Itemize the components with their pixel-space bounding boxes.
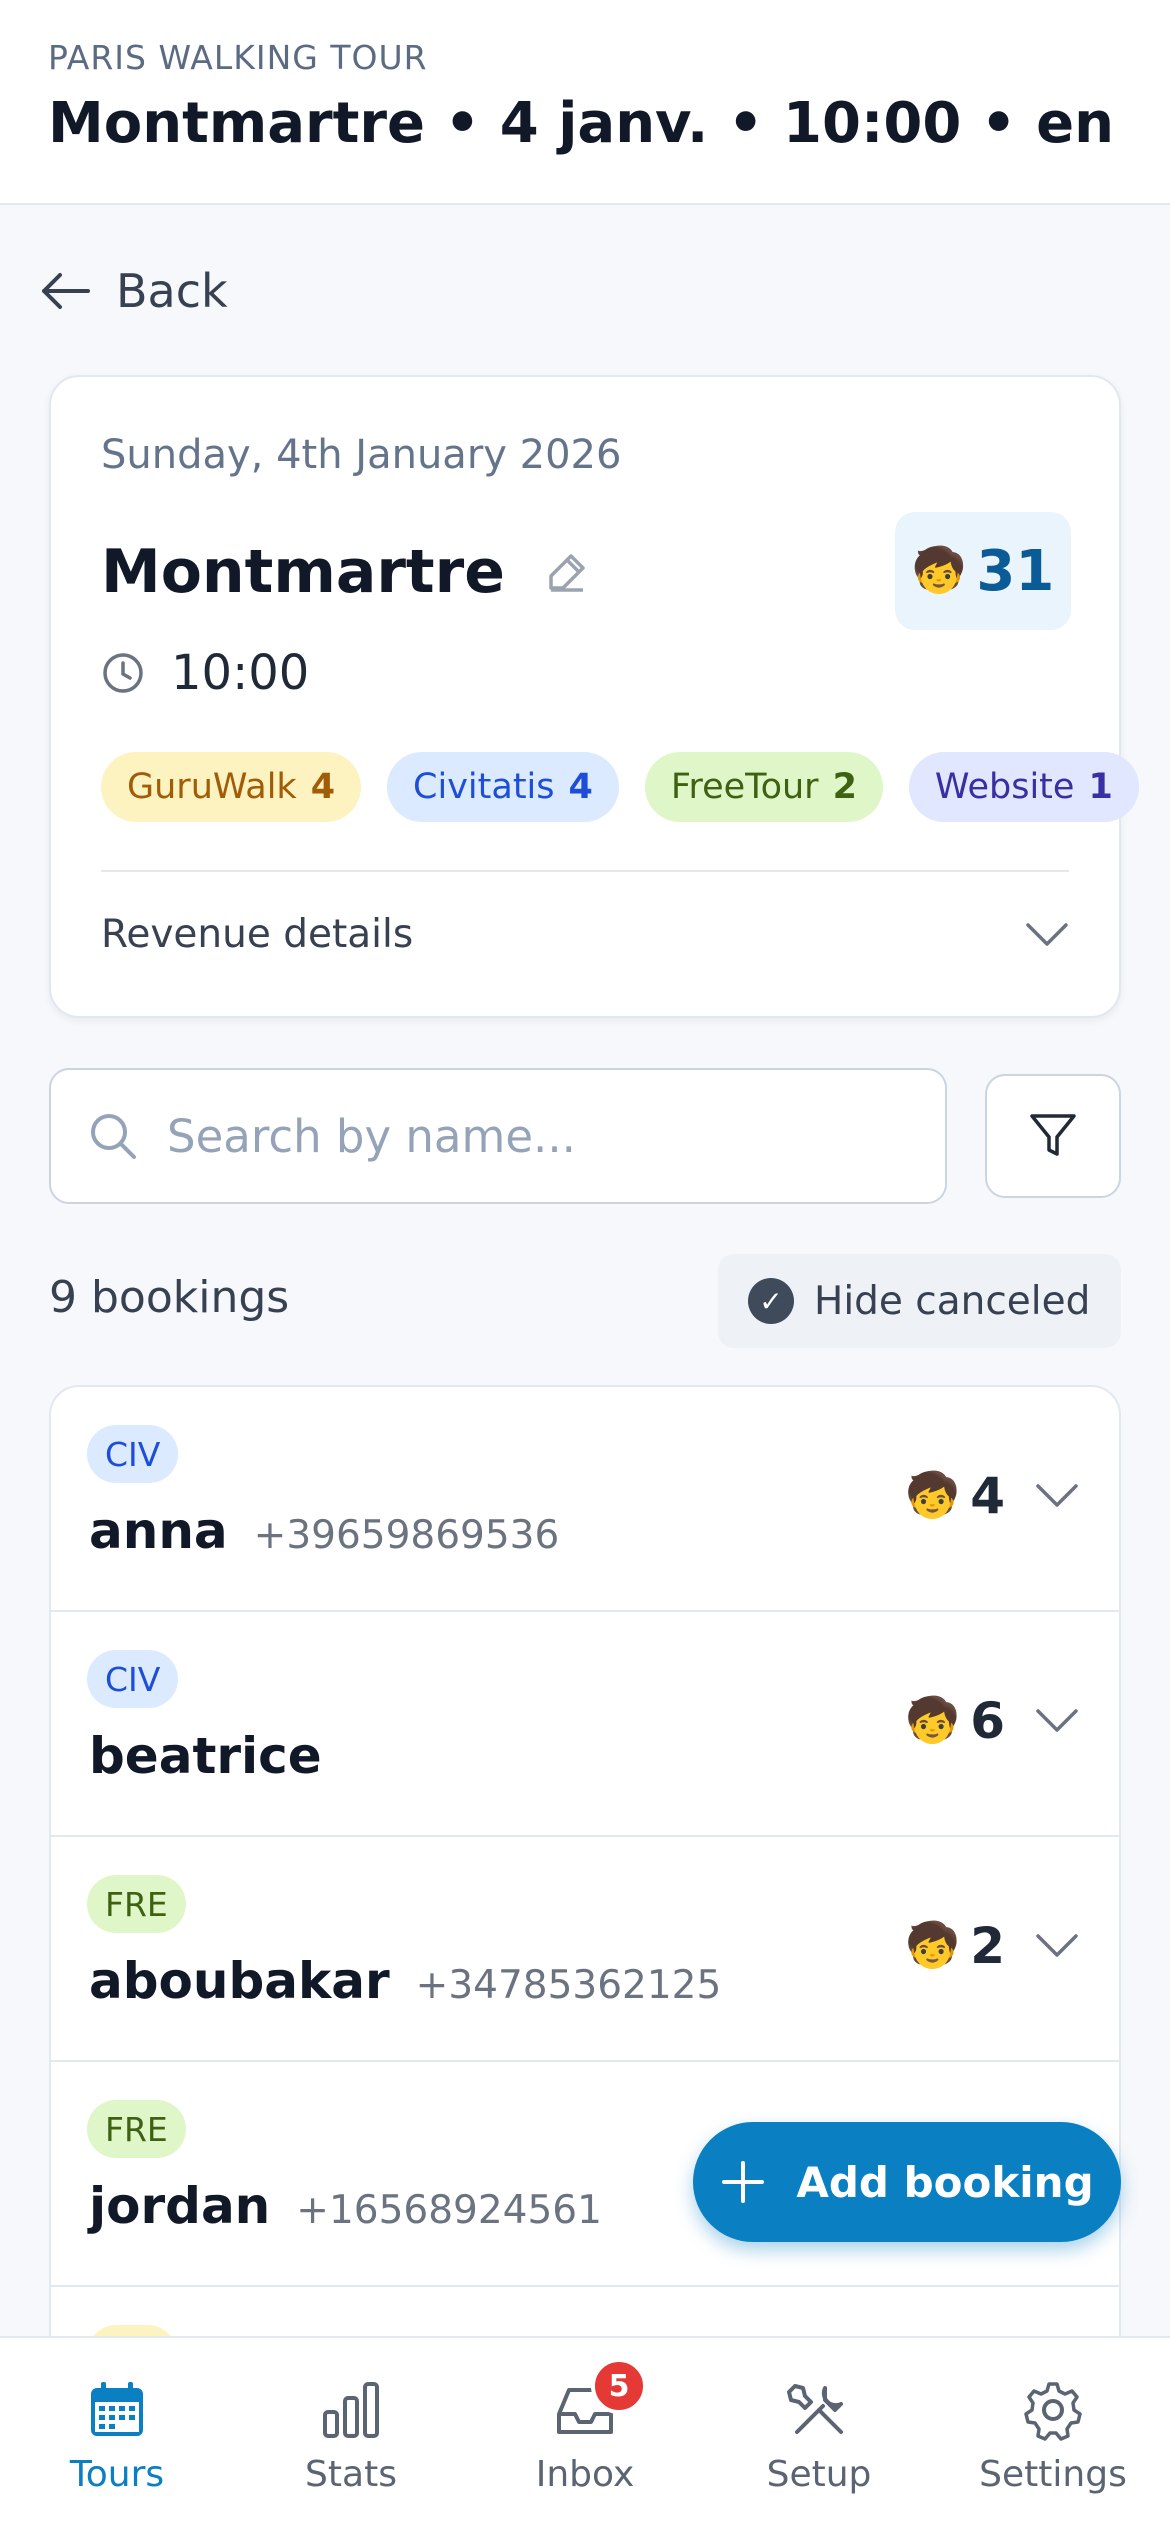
- source-chip-label: Civitatis: [413, 767, 555, 807]
- bookings-list: CIV anna +39659869536 🧒 4 CIV beatrice 🧒 …: [49, 1385, 1121, 2405]
- plus-icon: [722, 2161, 765, 2203]
- source-chip-civitatis[interactable]: Civitatis 4: [387, 752, 619, 822]
- source-chip-label: Website: [934, 767, 1075, 807]
- hide-canceled-label: Hide canceled: [814, 1278, 1091, 1324]
- search-box: [49, 1068, 947, 1204]
- source-chip-label: FreeTour: [670, 767, 819, 807]
- booking-pax-count: 6: [970, 1692, 1005, 1750]
- calendar-icon: [91, 2382, 143, 2436]
- clock-icon: [103, 653, 143, 693]
- source-chip-website[interactable]: Website 1: [908, 752, 1139, 822]
- source-chip-guruwalk[interactable]: GuruWalk 4: [101, 752, 362, 822]
- tab-inbox[interactable]: 5 Inbox: [485, 2358, 685, 2532]
- source-chip-label: GuruWalk: [127, 767, 297, 807]
- hide-canceled-toggle[interactable]: ✓ Hide canceled: [718, 1254, 1121, 1348]
- page-title: Montmartre • 4 janv. • 10:00 • en: [48, 91, 1114, 156]
- person-icon: 🧒: [911, 545, 967, 596]
- total-participants: 31: [976, 538, 1055, 604]
- tab-label: Settings: [979, 2454, 1127, 2495]
- tab-stats[interactable]: Stats: [251, 2378, 451, 2532]
- source-chip-count: 4: [310, 767, 336, 807]
- add-booking-button[interactable]: Add booking: [693, 2122, 1121, 2242]
- booking-name: anna: [89, 1502, 228, 1560]
- bookings-count: 9 bookings: [49, 1272, 290, 1323]
- search-input[interactable]: [167, 1109, 927, 1163]
- chevron-down-icon: [1026, 922, 1068, 946]
- tab-settings[interactable]: Settings: [953, 2378, 1153, 2532]
- source-chip-count: 2: [832, 767, 857, 807]
- tour-date: Sunday, 4th January 2026: [101, 432, 622, 478]
- booking-phone: +16568924561: [296, 2188, 602, 2233]
- source-chip-freetour[interactable]: FreeTour 2: [644, 752, 883, 822]
- back-label: Back: [116, 264, 228, 318]
- booking-row[interactable]: FRE aboubakar +34785362125 🧒 2: [51, 1837, 1119, 2062]
- tab-label: Tours: [69, 2454, 165, 2495]
- divider: [101, 870, 1069, 872]
- source-tag: FRE: [87, 2100, 186, 2158]
- tour-time-row: 10:00: [101, 645, 309, 701]
- tab-label: Stats: [305, 2454, 397, 2495]
- back-button[interactable]: Back: [40, 262, 228, 320]
- tour-name-row: Montmartre: [101, 537, 589, 607]
- tools-icon: [787, 2384, 843, 2434]
- chevron-down-icon[interactable]: [1035, 1708, 1079, 1734]
- bottom-tab-bar: Tours Stats 5 Inbox Setup Settings: [0, 2336, 1170, 2532]
- inbox-badge: 5: [591, 2358, 647, 2414]
- source-tag: CIV: [87, 1425, 179, 1483]
- person-icon: 🧒: [905, 1470, 961, 1521]
- tab-label: Inbox: [535, 2454, 635, 2495]
- booking-name: aboubakar: [89, 1952, 390, 2010]
- add-booking-label: Add booking: [796, 2157, 1094, 2207]
- booking-name: jordan: [89, 2177, 271, 2235]
- header-subtitle: PARIS WALKING TOUR: [48, 38, 428, 77]
- filter-icon: [1030, 1114, 1076, 1156]
- source-chip-count: 1: [1088, 767, 1113, 807]
- revenue-details-label: Revenue details: [101, 912, 414, 957]
- source-tag: FRE: [87, 1875, 186, 1933]
- booking-pax-count: 2: [970, 1917, 1005, 1975]
- tour-time: 10:00: [171, 645, 310, 701]
- booking-name: beatrice: [89, 1727, 322, 1785]
- chevron-down-icon[interactable]: [1035, 1933, 1079, 1959]
- booking-row[interactable]: CIV anna +39659869536 🧒 4: [51, 1387, 1119, 1612]
- booking-phone: +34785362125: [415, 1963, 722, 2008]
- tour-summary-card: Sunday, 4th January 2026 Montmartre 🧒 31…: [49, 375, 1139, 1018]
- tab-tours[interactable]: Tours: [17, 2378, 217, 2532]
- booking-pax: 🧒 4: [905, 1467, 1079, 1525]
- source-chips: GuruWalk 4 Civitatis 4 FreeTour 2 Website 1: [101, 752, 1139, 822]
- booking-pax: 🧒 2: [905, 1917, 1079, 1975]
- source-chip-count: 4: [568, 767, 593, 807]
- filter-button[interactable]: [985, 1074, 1121, 1198]
- total-participants-badge: 🧒 31: [895, 512, 1071, 630]
- booking-pax-count: 4: [970, 1467, 1005, 1525]
- edit-icon[interactable]: [545, 550, 589, 594]
- tab-label: Setup: [766, 2454, 872, 2495]
- tour-name: Montmartre: [101, 537, 505, 607]
- booking-phone: +39659869536: [253, 1513, 560, 1558]
- chevron-down-icon[interactable]: [1035, 1483, 1079, 1509]
- person-icon: 🧒: [905, 1695, 961, 1746]
- source-tag: CIV: [87, 1650, 179, 1708]
- check-icon: ✓: [748, 1278, 794, 1324]
- revenue-details-toggle[interactable]: Revenue details: [101, 912, 1069, 957]
- booking-pax: 🧒 6: [905, 1692, 1079, 1750]
- tab-setup[interactable]: Setup: [719, 2378, 919, 2532]
- arrow-left-icon: [42, 273, 90, 309]
- app-header: PARIS WALKING TOUR Montmartre • 4 janv. …: [0, 0, 1170, 205]
- person-icon: 🧒: [905, 1920, 961, 1971]
- booking-row[interactable]: CIV beatrice 🧒 6: [51, 1612, 1119, 1837]
- search-icon: [91, 1114, 136, 1159]
- bar-chart-icon: [323, 2382, 379, 2438]
- gear-icon: [1024, 2382, 1082, 2441]
